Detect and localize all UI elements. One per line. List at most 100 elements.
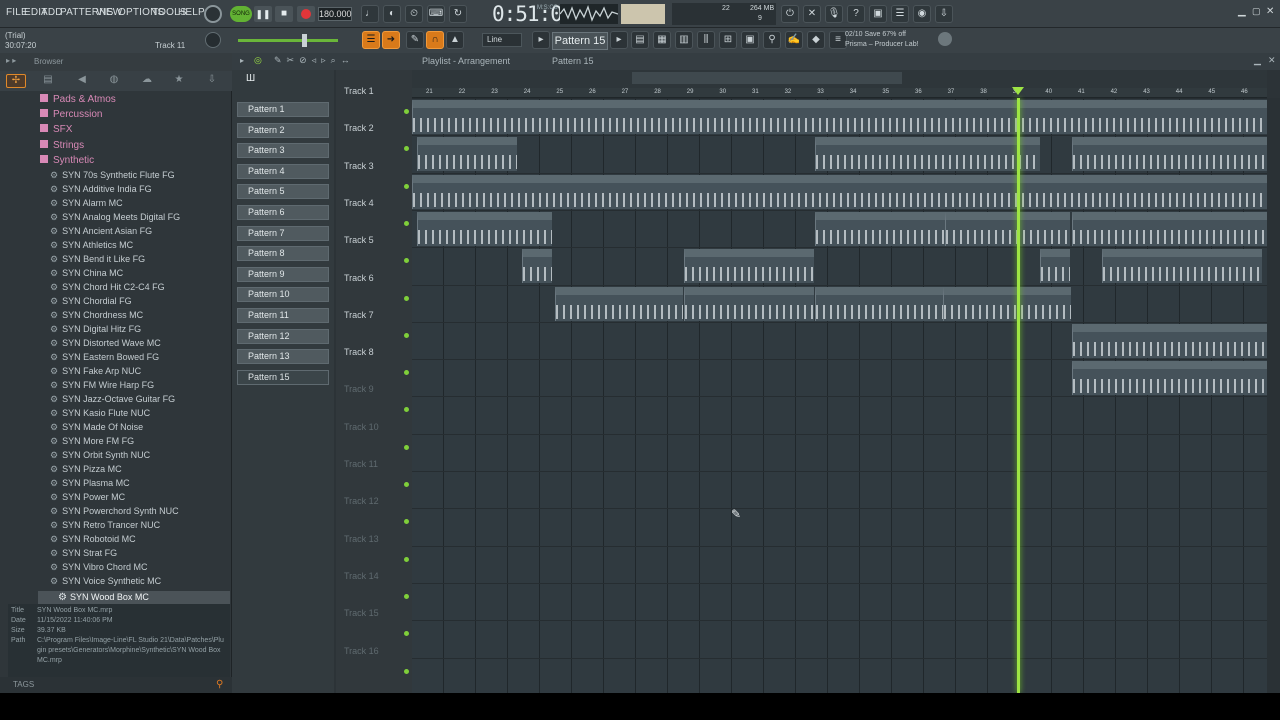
close-icon[interactable]: ✕ [1266, 6, 1274, 17]
pitch-knob[interactable] [205, 32, 221, 48]
timeline-ruler[interactable]: 21 22 23 24 25 26 27 28 29 30 31 32 33 34 35 36 37 38 39 40… [412, 88, 1267, 98]
track-mute-led[interactable] [404, 332, 409, 338]
pattern-clip[interactable]: Pattern 8 [815, 211, 945, 246]
menu-help[interactable]: HELP [178, 7, 205, 18]
folder-sfx[interactable]: SFX [40, 124, 72, 135]
pattern-clip[interactable]: Pat..n 7 [684, 249, 814, 284]
template-icon[interactable]: ◆ [807, 31, 825, 49]
track-name[interactable]: Track 8 [344, 347, 374, 357]
pattern-clip[interactable]: Pattern 8 [417, 211, 552, 246]
pattern-clip[interactable]: Pat..n 1 [1072, 137, 1267, 172]
preset-item[interactable]: ⚙ SYN Pizza MC [50, 464, 122, 475]
preset-item[interactable]: ⚙ SYN China MC [50, 268, 123, 279]
track-mute-led[interactable] [404, 258, 409, 264]
track-mute-led[interactable] [404, 444, 409, 450]
tags-bar[interactable]: TAGS ⚲ [0, 677, 232, 693]
magnet-icon[interactable]: ∩ [426, 31, 444, 49]
pattern-clip[interactable]: Pattern 8 [945, 211, 1070, 246]
track-mute-led[interactable] [404, 668, 409, 674]
folder-strings[interactable]: Strings [40, 140, 84, 151]
cloud-tab-icon[interactable]: ☁ [137, 74, 157, 88]
overview-strip[interactable] [412, 70, 1267, 88]
pattern-clip[interactable]: Pattern 4 [815, 137, 1040, 172]
master-volume-knob[interactable] [204, 5, 222, 23]
tag-search-icon[interactable]: ⚲ [216, 679, 223, 690]
track-name[interactable]: Track 2 [344, 123, 374, 133]
track-mute-led[interactable] [404, 482, 409, 487]
track-mute-led[interactable] [404, 593, 409, 599]
wait-record-icon[interactable]: ◐ [383, 5, 401, 23]
plugin-picker-icon[interactable]: ⚲ [763, 31, 781, 49]
preset-item[interactable]: ⚙ SYN Voice Synthetic MC [50, 576, 161, 587]
track-name[interactable]: Track 12 [344, 496, 379, 506]
pattern-clip[interactable]: Pat..n 7 [1102, 249, 1262, 284]
preset-item[interactable]: ⚙ SYN Robotoid MC [50, 534, 136, 545]
master-pitch-slider[interactable] [238, 39, 338, 42]
pattern-clip[interactable]: Pattern 11 [815, 286, 943, 321]
pause-button[interactable]: ❚❚ [254, 6, 272, 22]
preset-item[interactable]: ⚙ SYN Chord Hit C2-C4 FG [50, 282, 165, 293]
pattern-clip[interactable]: Pattern 8 [1072, 361, 1267, 396]
preset-item[interactable]: ⚙ SYN Vibro Chord MC [50, 562, 147, 573]
track-name[interactable]: Track 9 [344, 384, 374, 394]
all-tab-icon[interactable]: ✢ [6, 74, 26, 88]
playlist-icon[interactable]: ☰ [362, 31, 380, 49]
mixer-icon[interactable]: ☰ [891, 5, 909, 23]
tempo-display[interactable]: 180.000 [318, 7, 352, 21]
save-icon[interactable]: ▣ [869, 5, 887, 23]
track-name[interactable]: Track 11 [344, 459, 378, 469]
view-pianoroll-icon[interactable]: ▦ [653, 31, 671, 49]
master-pitch-slider-handle[interactable] [302, 34, 307, 47]
pattern-button[interactable]: Pattern 3 [237, 143, 329, 159]
news-icon[interactable] [938, 32, 952, 46]
pencil-icon[interactable]: ✎ [406, 31, 424, 49]
track-mute-led[interactable] [404, 370, 409, 376]
pattern-button[interactable]: Pattern 10 [237, 287, 329, 303]
file-tab-icon[interactable]: ▤ [38, 74, 58, 88]
song-mode-toggle[interactable]: SONG [230, 6, 252, 22]
brush-icon[interactable]: ✍ [785, 31, 803, 49]
packs-tab-icon[interactable]: ◍ [104, 74, 124, 88]
browser-arrows-icon[interactable]: ▸ ▸ [6, 56, 16, 65]
loop-record-icon[interactable]: ↻ [449, 5, 467, 23]
track-mute-led[interactable] [404, 220, 409, 226]
track-name[interactable]: Track 13 [344, 534, 379, 544]
arrow-icon[interactable]: ➜ [382, 31, 400, 49]
pattern-button[interactable]: Pattern 9 [237, 266, 329, 282]
pattern-button[interactable]: Pattern 1 [237, 102, 329, 117]
pattern-clip[interactable]: Pat..n 7 [1040, 249, 1070, 284]
folder-percussion[interactable]: Percussion [40, 109, 102, 120]
preset-item[interactable]: ⚙ SYN Plasma MC [50, 478, 130, 489]
track-mute-led[interactable] [404, 146, 409, 152]
preset-item[interactable]: ⚙ SYN Jazz-Octave Guitar FG [50, 394, 175, 405]
track-mute-led[interactable] [404, 631, 409, 637]
view-channelrack-icon[interactable]: ▥ [675, 31, 693, 49]
view-mixer-icon[interactable]: ⫼ [697, 31, 715, 49]
track-name[interactable]: Track 10 [344, 422, 379, 432]
pattern-button[interactable]: Pattern 5 [237, 184, 329, 200]
snap-icon[interactable]: ◎ [254, 55, 262, 66]
pattern-selector[interactable]: Pattern 15 [552, 32, 608, 50]
pattern-clip[interactable]: Pattern 11 [684, 286, 814, 321]
stop-button[interactable]: ■ [275, 6, 293, 22]
track-mute-led[interactable] [404, 295, 409, 301]
preset-item[interactable]: ⚙ SYN Analog Meets Digital FG [50, 212, 180, 223]
pattern-button[interactable]: Pattern 6 [237, 205, 329, 220]
pattern-clip[interactable]: Pattern 12 [1072, 323, 1267, 358]
pattern-button[interactable]: Pattern 8 [237, 246, 329, 262]
plugin-tab-icon[interactable]: ◀ [72, 74, 92, 88]
playlist-min-icon[interactable]: ▁ [1254, 55, 1261, 66]
chat-icon[interactable]: ◉ [913, 5, 931, 23]
pattern-button[interactable]: Pattern 11 [237, 308, 329, 323]
favorites-tab-icon[interactable]: ★ [169, 74, 189, 88]
download-icon[interactable]: ⇩ [935, 5, 953, 23]
help-icon[interactable]: ? [847, 5, 865, 23]
pattern-button[interactable]: Pattern 13 [237, 349, 329, 365]
metronome-icon[interactable]: ♩ [361, 5, 379, 23]
pattern-button[interactable]: Pattern 15 [237, 369, 329, 385]
news-panel[interactable]: 02/10 Save 67% off Prisma – Producer Lab… [845, 30, 919, 50]
playlist-menu-icon[interactable]: ▸ [240, 56, 244, 65]
playlist-close-icon[interactable]: ✕ [1268, 55, 1276, 66]
preset-item[interactable]: ⚙ SYN Chordial FG [50, 296, 132, 307]
view-browser-icon[interactable]: ▣ [741, 31, 759, 49]
